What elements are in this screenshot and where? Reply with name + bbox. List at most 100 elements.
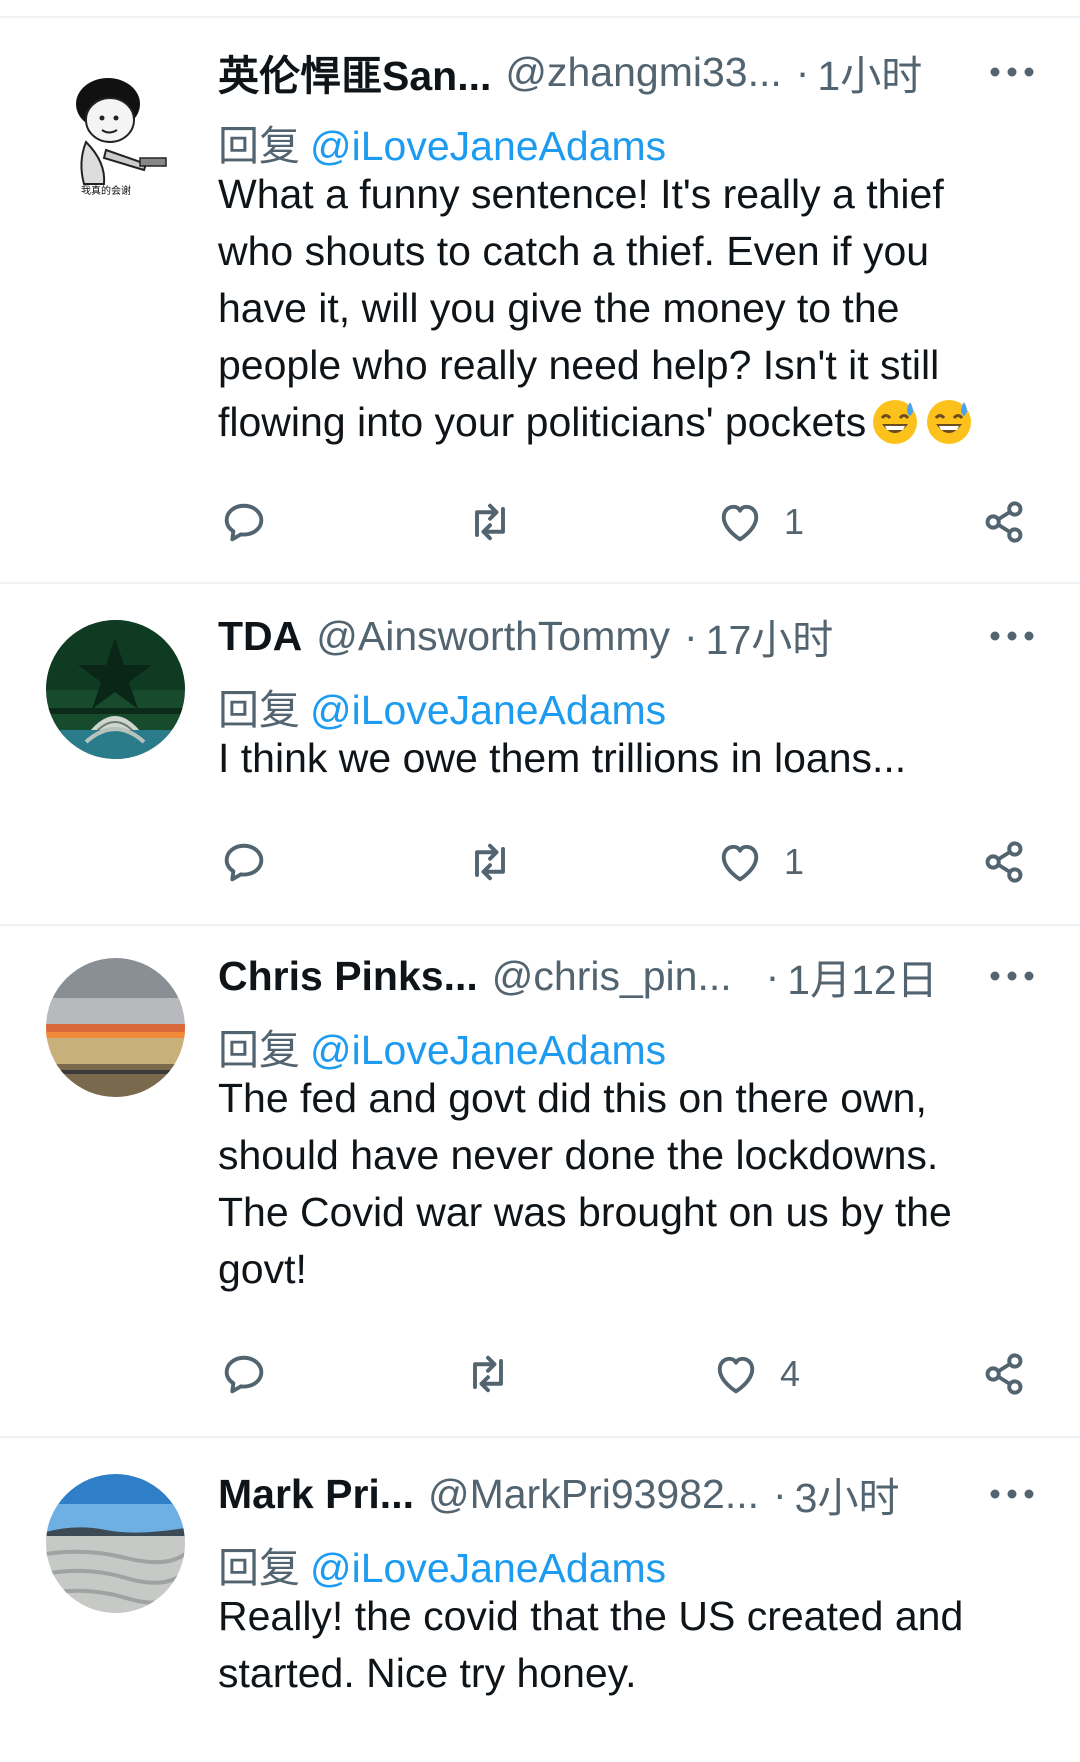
share-button[interactable] (978, 492, 1030, 552)
retweet-icon (475, 503, 505, 541)
more-horizontal-icon[interactable] (982, 1479, 1042, 1509)
display-name[interactable]: Mark Pri... (218, 1471, 414, 1518)
reply-mention-link[interactable]: @iLoveJaneAdams (310, 1027, 666, 1073)
tweet-text-line: I think we owe them trillions in loans..… (218, 735, 907, 781)
tweet-actions: 1 (218, 492, 1080, 552)
reply-feed: 我真的会谢 英伦悍匪San... @zhangmi33... · 1小时 回复 @… (0, 18, 1080, 1762)
like-count: 1 (784, 841, 805, 882)
reply-mention-link[interactable]: @iLoveJaneAdams (310, 687, 666, 733)
grinning-face-with-sweat-icon (927, 400, 972, 444)
tweet[interactable]: Mark Pri... @MarkPri93982... · 3小时 回复 @iL… (0, 1438, 1080, 1762)
timestamp[interactable]: 1月12日 (787, 946, 937, 1006)
heart-icon (721, 844, 759, 882)
heart-icon (717, 1356, 755, 1394)
reply-prefix: 回复 (218, 123, 300, 169)
reply-button[interactable] (218, 1344, 288, 1404)
reply-button[interactable] (218, 832, 288, 892)
timestamp[interactable]: 1小时 (817, 42, 922, 102)
reply-prefix: 回复 (218, 1545, 300, 1591)
reply-bubble-icon (224, 843, 264, 882)
tweet-text-line-last: flowing into your politicians' pockets (218, 394, 1018, 451)
separator-dot: · (684, 612, 698, 659)
like-button[interactable]: 4 (710, 1344, 800, 1404)
reply-mention-link[interactable]: @iLoveJaneAdams (310, 1545, 666, 1591)
tweet-text-line: The fed and govt did this on there own, (218, 1075, 927, 1121)
reply-mention-link[interactable]: @iLoveJaneAdams (310, 123, 666, 169)
top-divider (0, 0, 1080, 18)
user-handle[interactable]: @AinsworthTommy (316, 613, 670, 660)
reply-bubble-icon (224, 503, 264, 542)
separator-dot: · (773, 1470, 787, 1517)
tweet-text-line: What a funny sentence! It's really a thi… (218, 171, 944, 217)
tweet-text-line: govt! (218, 1246, 307, 1292)
reply-context: 回复 @iLoveJaneAdams (218, 1534, 666, 1594)
like-button[interactable]: 1 (714, 492, 804, 552)
retweet-icon (473, 1355, 503, 1393)
avatar[interactable] (46, 620, 185, 759)
tweet-text-line: started. Nice try honey. (218, 1650, 637, 1696)
tweet-text-line: Really! the covid that the US created an… (218, 1593, 964, 1639)
tweet[interactable]: TDA @AinsworthTommy · 17小时 回复 @iLoveJaneA… (0, 584, 1080, 926)
timestamp[interactable]: 17小时 (706, 606, 834, 666)
share-button[interactable] (978, 832, 1030, 892)
display-name[interactable]: TDA (218, 613, 302, 660)
team-logo-avatar-image (46, 620, 185, 759)
tweet-text: I think we owe them trillions in loans..… (218, 730, 1018, 787)
retweet-button[interactable] (464, 832, 534, 892)
tweet-header: TDA @AinsworthTommy · 17小时 (218, 608, 1050, 664)
reply-prefix: 回复 (218, 687, 300, 733)
reply-context: 回复 @iLoveJaneAdams (218, 1016, 666, 1076)
timestamp[interactable]: 3小时 (795, 1464, 900, 1524)
share-icon (985, 501, 1023, 543)
avatar-caption: 我真的会谢 (81, 184, 131, 197)
share-icon (985, 841, 1023, 883)
like-button[interactable]: 1 (714, 832, 804, 892)
heart-icon (721, 504, 759, 542)
more-horizontal-icon[interactable] (982, 961, 1042, 991)
like-count: 4 (780, 1353, 801, 1394)
tweet[interactable]: Chris Pinks... @chris_pin... · 1月12日 回复 @… (0, 926, 1080, 1438)
tweet-text: What a funny sentence! It's really a thi… (218, 166, 1018, 451)
sunset-landscape-avatar-image (46, 958, 185, 1097)
reply-button[interactable] (218, 492, 288, 552)
tweet-text: Really! the covid that the US created an… (218, 1588, 1018, 1702)
user-handle[interactable]: @zhangmi33... (505, 49, 781, 96)
more-horizontal-icon[interactable] (982, 57, 1042, 87)
tweet[interactable]: 我真的会谢 英伦悍匪San... @zhangmi33... · 1小时 回复 @… (0, 18, 1080, 584)
more-horizontal-icon[interactable] (982, 621, 1042, 651)
share-button[interactable] (978, 1344, 1030, 1404)
tweet-text-line: flowing into your politicians' pockets (218, 399, 867, 445)
grinning-face-with-sweat-icon (873, 400, 918, 444)
retweet-button[interactable] (462, 1344, 532, 1404)
reply-bubble-icon (224, 1355, 264, 1394)
tweet-text-line: The Covid war was brought on us by the (218, 1189, 952, 1235)
tweet-header: Mark Pri... @MarkPri93982... · 3小时 (218, 1466, 1050, 1522)
avatar[interactable] (46, 1474, 185, 1613)
display-name[interactable]: 英伦悍匪San... (218, 42, 491, 102)
tweet-text-line: people who really need help? Isn't it st… (218, 342, 940, 388)
tweet-actions: 1 (218, 832, 1080, 892)
tweet-text-line: who shouts to catch a thief. Even if you (218, 228, 930, 274)
tweet-text-line: have it, will you give the money to the (218, 285, 900, 331)
separator-dot: · (795, 48, 810, 95)
tweet-header: Chris Pinks... @chris_pin... · 1月12日 (218, 948, 1050, 1004)
user-handle[interactable]: @chris_pin... (492, 953, 732, 1000)
reply-context: 回复 @iLoveJaneAdams (218, 676, 666, 736)
reply-context: 回复 @iLoveJaneAdams (218, 112, 666, 172)
separator-dot: · (765, 952, 780, 999)
retweet-button[interactable] (464, 492, 534, 552)
meme-avatar-image: 我真的会谢 (46, 62, 185, 201)
retweet-icon (475, 843, 505, 881)
avatar[interactable] (46, 958, 185, 1097)
like-count: 1 (784, 501, 805, 542)
tweet-actions: 4 (218, 1344, 1080, 1404)
tweet-text-line: should have never done the lockdowns. (218, 1132, 939, 1178)
avatar[interactable]: 我真的会谢 (46, 62, 185, 201)
beach-landscape-avatar-image (46, 1474, 185, 1613)
user-handle[interactable]: @MarkPri93982... (428, 1471, 759, 1518)
display-name[interactable]: Chris Pinks... (218, 953, 478, 1000)
reply-prefix: 回复 (218, 1027, 300, 1073)
share-icon (985, 1353, 1023, 1395)
tweet-header: 英伦悍匪San... @zhangmi33... · 1小时 (218, 44, 1050, 100)
tweet-text: The fed and govt did this on there own, … (218, 1070, 1018, 1298)
